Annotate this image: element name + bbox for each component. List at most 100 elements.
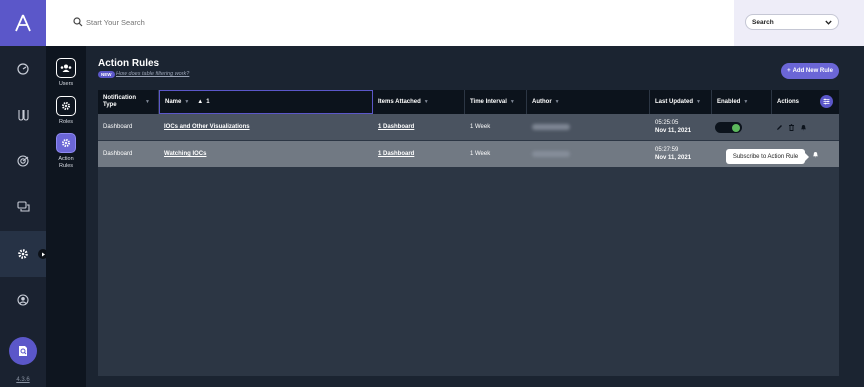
- updated-date: Nov 11, 2021: [655, 128, 692, 134]
- subnav-roles-button[interactable]: [56, 96, 76, 116]
- sliders-icon: [823, 98, 830, 105]
- filter-icon[interactable]: ▼: [743, 99, 748, 105]
- subnav-users-label: Users: [58, 81, 74, 87]
- col-actions-label: Actions: [777, 99, 800, 105]
- cell-last-updated: 05:25:05 Nov 11, 2021: [650, 114, 691, 140]
- search-scope-select[interactable]: Search: [745, 14, 839, 30]
- subnav-users-button[interactable]: [56, 58, 76, 78]
- updated-time: 05:25:05: [655, 120, 679, 126]
- primary-nav-rail: 4.3.6: [0, 0, 48, 387]
- flask-icon: [18, 110, 29, 121]
- cell-last-updated: 05:27:59 Nov 11, 2021: [650, 141, 691, 167]
- add-new-rule-button[interactable]: + Add New Rule: [781, 63, 839, 79]
- filter-icon[interactable]: ▼: [555, 99, 560, 105]
- table-filtering-help-link[interactable]: How does table filtering work?: [116, 71, 189, 77]
- delete-rule-button[interactable]: [787, 123, 795, 131]
- bell-icon: [812, 151, 818, 157]
- col-items-attached[interactable]: Items Attached ▼: [373, 90, 465, 114]
- updated-time: 05:27:59: [655, 147, 679, 153]
- app-version[interactable]: 4.3.6: [0, 377, 46, 383]
- nav-account[interactable]: [0, 277, 46, 323]
- subnav-roles-label: Roles: [58, 119, 74, 125]
- main-content: Action Rules NEW How does table filterin…: [86, 46, 864, 387]
- filter-icon[interactable]: ▼: [510, 99, 515, 105]
- page-title: Action Rules: [98, 58, 160, 69]
- user-circle-icon: [17, 294, 29, 306]
- cell-rule-name-link[interactable]: Watching IOCs: [159, 141, 206, 167]
- subscribe-rule-button[interactable]: [799, 123, 807, 131]
- plus-icon: +: [787, 68, 791, 74]
- subscribe-rule-button[interactable]: [811, 150, 819, 158]
- col-last-updated[interactable]: Last Updated ▼: [650, 90, 712, 114]
- updated-date: Nov 11, 2021: [655, 155, 692, 161]
- col-notification-type-label-1: Notification: [103, 95, 136, 101]
- subnav-action-rules-label: Action Rules: [46, 156, 86, 169]
- table-row[interactable]: Dashboard IOCs and Other Visualizations …: [98, 114, 839, 140]
- filter-icon[interactable]: ▼: [424, 99, 429, 105]
- nav-investigations[interactable]: [0, 92, 46, 138]
- table-header: Notification Type ▼ Name ▼ ▲ 1 Items Att…: [98, 90, 839, 114]
- search-scope-value: Search: [752, 18, 774, 26]
- redacted-author: [532, 124, 570, 130]
- cell-author-redacted: [527, 141, 570, 167]
- cell-time-interval: 1 Week: [470, 151, 491, 157]
- global-search-input[interactable]: [86, 14, 386, 30]
- col-notification-type-label-2: Type: [103, 102, 117, 108]
- logo-icon: [15, 14, 31, 32]
- cell-items-attached-link[interactable]: 1 Dashboard: [373, 141, 414, 167]
- nav-threat-radar[interactable]: [0, 138, 46, 184]
- subscribe-tooltip: Subscribe to Action Rule: [726, 149, 809, 164]
- top-search-bar: [46, 0, 734, 46]
- cell-rule-name-link[interactable]: IOCs and Other Visualizations: [159, 114, 250, 140]
- column-settings-button[interactable]: [820, 95, 833, 108]
- table-row[interactable]: Dashboard Watching IOCs 1 Dashboard 1 We…: [98, 141, 839, 167]
- cell-author-redacted: [527, 114, 570, 140]
- cell-time-interval: 1 Week: [470, 124, 491, 130]
- users-icon: [60, 64, 72, 72]
- add-new-rule-label: Add New Rule: [792, 68, 833, 74]
- subnav-action-rules-button[interactable]: [56, 133, 76, 153]
- cell-notification-type: Dashboard: [103, 151, 133, 157]
- cell-items-attached-link[interactable]: 1 Dashboard: [373, 114, 414, 140]
- dashboard-gauge-icon: [17, 63, 29, 75]
- chat-icon: [16, 201, 30, 212]
- col-last-updated-label: Last Updated: [655, 99, 694, 105]
- col-name[interactable]: Name ▼ ▲ 1: [159, 90, 373, 114]
- col-actions: Actions: [772, 90, 815, 114]
- col-notification-type[interactable]: Notification Type ▼: [98, 90, 159, 114]
- enabled-toggle[interactable]: [715, 122, 742, 133]
- subnav-users[interactable]: Users: [46, 58, 86, 88]
- redacted-author: [532, 151, 570, 157]
- edit-rule-button[interactable]: [775, 123, 783, 131]
- pencil-icon: [776, 124, 782, 130]
- sort-ascending-icon[interactable]: ▲: [197, 99, 203, 105]
- subnav-action-rules[interactable]: Action Rules: [46, 133, 86, 169]
- search-doc-icon: [19, 345, 27, 356]
- subnav-action-rules-label-line2: Rules: [58, 162, 74, 169]
- toggle-knob: [732, 123, 740, 132]
- nav-dashboards[interactable]: [0, 46, 46, 92]
- col-enabled[interactable]: Enabled ▼: [712, 90, 772, 114]
- gear-icon: [18, 249, 28, 259]
- col-items-attached-label: Items Attached: [378, 99, 421, 105]
- chevron-down-icon: [825, 20, 832, 25]
- action-rules-table: Notification Type ▼ Name ▼ ▲ 1 Items Att…: [98, 90, 839, 376]
- col-time-interval[interactable]: Time Interval ▼: [465, 90, 527, 114]
- gear-icon: [62, 102, 70, 110]
- col-author[interactable]: Author ▼: [527, 90, 650, 114]
- filter-icon[interactable]: ▼: [696, 99, 701, 105]
- gear-icon: [62, 139, 70, 147]
- search-scope-area: Search: [734, 0, 864, 46]
- filter-icon[interactable]: ▼: [145, 99, 150, 106]
- filter-icon[interactable]: ▼: [184, 99, 189, 105]
- new-badge: NEW: [98, 71, 115, 78]
- subnav-roles[interactable]: Roles: [46, 96, 86, 126]
- col-time-interval-label: Time Interval: [470, 99, 507, 105]
- radar-icon: [17, 155, 29, 167]
- trash-icon: [788, 123, 794, 131]
- nav-messages[interactable]: [0, 184, 46, 230]
- app-logo[interactable]: [0, 0, 46, 46]
- search-icon: [73, 17, 83, 27]
- col-author-label: Author: [532, 99, 552, 105]
- search-assistant-button[interactable]: [9, 337, 37, 365]
